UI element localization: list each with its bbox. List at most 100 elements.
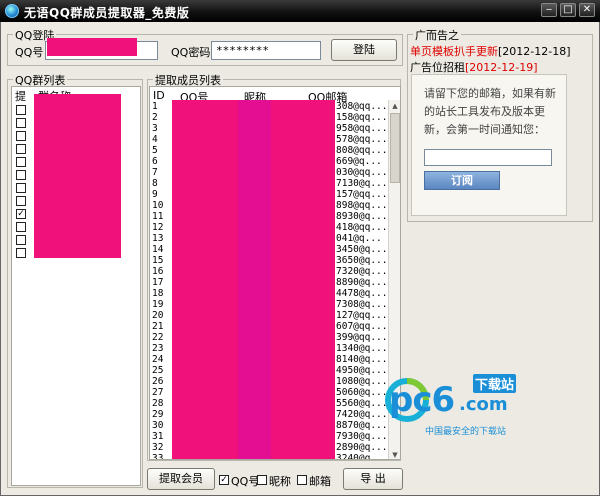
member-table[interactable]: ID QQ号 昵称 QQ邮箱 1 308@qq... 2 158@qq... 3 958@… (149, 86, 401, 460)
main-window: QQ登陆 QQ号： QQ密码： ******** 登陆 QQ群列表 提 群名称 … (0, 22, 600, 496)
member-email: 7420@q... (336, 409, 388, 420)
member-email: 8140@q... (336, 354, 388, 365)
member-id: 4 (152, 134, 158, 145)
member-id: 12 (152, 222, 164, 233)
opt-qq-checkbox[interactable]: ✓ (219, 475, 229, 485)
member-id: 11 (152, 211, 164, 222)
member-email: 958@qq... (336, 123, 388, 134)
member-email: 4478@q... (336, 288, 388, 299)
ad-line-1-date: [2012-12-18] (498, 45, 571, 58)
member-id: 18 (152, 288, 164, 299)
emails-redaction (271, 100, 335, 459)
opt-mail-checkbox[interactable] (297, 475, 307, 485)
group-row-checkbox[interactable] (16, 235, 26, 245)
subscribe-panel: 请留下您的邮箱，如果有新 的站长工具发布及版本更 新，会第一时间通知您： 订阅 (411, 74, 567, 216)
member-email: 157@qq... (336, 189, 388, 200)
member-email: 8930@q... (336, 211, 388, 222)
subscribe-button[interactable]: 订阅 (424, 171, 500, 190)
maximize-button[interactable]: □ (560, 3, 576, 17)
member-id: 7 (152, 167, 158, 178)
subscribe-email-input[interactable] (424, 149, 552, 166)
group-row-checkbox[interactable] (16, 144, 26, 154)
group-row-checkbox[interactable] (16, 170, 26, 180)
member-id: 9 (152, 189, 158, 200)
member-id: 5 (152, 145, 158, 156)
group-row-checkbox[interactable] (16, 131, 26, 141)
member-id: 27 (152, 387, 164, 398)
member-id: 22 (152, 332, 164, 343)
group-row-checkbox[interactable]: ✓ (16, 209, 26, 219)
member-email: 399@qq... (336, 332, 388, 343)
subscribe-text-1: 请留下您的邮箱，如果有新 (424, 87, 556, 100)
subscribe-text-3: 新，会第一时间通知您： (424, 123, 545, 136)
scroll-up-arrow[interactable]: ▲ (390, 101, 400, 111)
member-email: 308@qq... (336, 101, 388, 112)
member-id: 19 (152, 299, 164, 310)
member-id: 25 (152, 365, 164, 376)
ad-line-2-title[interactable]: 广告位招租 (410, 61, 465, 74)
pc6-logo-badge: 下载站 (473, 374, 517, 393)
member-id: 21 (152, 321, 164, 332)
member-id: 13 (152, 233, 164, 244)
member-email: 418@qq... (336, 222, 388, 233)
member-id: 30 (152, 420, 164, 431)
member-email: 158@qq... (336, 112, 388, 123)
member-id: 6 (152, 156, 158, 167)
member-id: 31 (152, 431, 164, 442)
subscribe-text-2: 的站长工具发布及版本更 (424, 105, 545, 118)
extract-members-button[interactable]: 提取会员 (147, 468, 215, 490)
group-row-checkbox[interactable] (16, 105, 26, 115)
export-button[interactable]: 导 出 (343, 468, 403, 490)
group-names-redaction (34, 94, 121, 258)
group-list[interactable]: 提 群名称 ✓ (11, 86, 141, 486)
member-id: 23 (152, 343, 164, 354)
member-email: 030@qq... (336, 167, 388, 178)
title-bar[interactable]: 无语QQ群成员提取器_免费版 ‒ □ ✕ (0, 0, 600, 22)
pc6-slogan: 中国最安全的下载站 (425, 427, 507, 437)
nicknames-redaction (238, 100, 271, 459)
ad-line-1-title[interactable]: 单页模板扒手更新 (410, 45, 498, 58)
group-row-checkbox[interactable] (16, 183, 26, 193)
member-email: 4950@q... (336, 365, 388, 376)
close-button[interactable]: ✕ (579, 3, 595, 17)
member-email: 578@qq... (336, 134, 388, 145)
password-input[interactable]: ******** (211, 41, 321, 60)
member-id: 20 (152, 310, 164, 321)
member-id: 29 (152, 409, 164, 420)
member-email: 3450@q... (336, 244, 388, 255)
member-email: 3650@q... (336, 255, 388, 266)
qq-number-redaction (47, 38, 137, 56)
member-id: 28 (152, 398, 164, 409)
group-row-checkbox[interactable] (16, 157, 26, 167)
scroll-thumb[interactable] (390, 113, 400, 183)
login-button[interactable]: 登陆 (331, 39, 397, 61)
member-email: 1080@q... (336, 376, 388, 387)
member-email: 8890@q... (336, 277, 388, 288)
member-email: 7130@q... (336, 178, 388, 189)
group-row-checkbox[interactable] (16, 222, 26, 232)
ad-line-2[interactable]: 广告位招租[2012-12-19] (410, 59, 538, 75)
member-id: 32 (152, 442, 164, 453)
group-row-checkbox[interactable] (16, 248, 26, 258)
member-email: 5060@q... (336, 387, 388, 398)
member-id: 2 (152, 112, 158, 123)
ad-line-1[interactable]: 单页模板扒手更新[2012-12-18] (410, 43, 571, 59)
member-id: 8 (152, 178, 158, 189)
minimize-button[interactable]: ‒ (541, 3, 557, 17)
group-row-checkbox[interactable] (16, 118, 26, 128)
member-id: 14 (152, 244, 164, 255)
member-email: 7930@q... (336, 431, 388, 442)
opt-qq-label: QQ号 (231, 475, 260, 488)
member-id: 10 (152, 200, 164, 211)
group-row-checkbox[interactable] (16, 196, 26, 206)
opt-mail-label: 邮箱 (309, 475, 331, 488)
member-email: 607@qq... (336, 321, 388, 332)
scroll-down-arrow[interactable]: ▼ (390, 450, 400, 459)
member-id: 33 (152, 453, 164, 460)
member-email: 808@qq... (336, 145, 388, 156)
opt-nick-checkbox[interactable] (257, 475, 267, 485)
member-email: 1340@q... (336, 343, 388, 354)
member-id: 17 (152, 277, 164, 288)
member-email: 7308@q... (336, 299, 388, 310)
member-id: 26 (152, 376, 164, 387)
